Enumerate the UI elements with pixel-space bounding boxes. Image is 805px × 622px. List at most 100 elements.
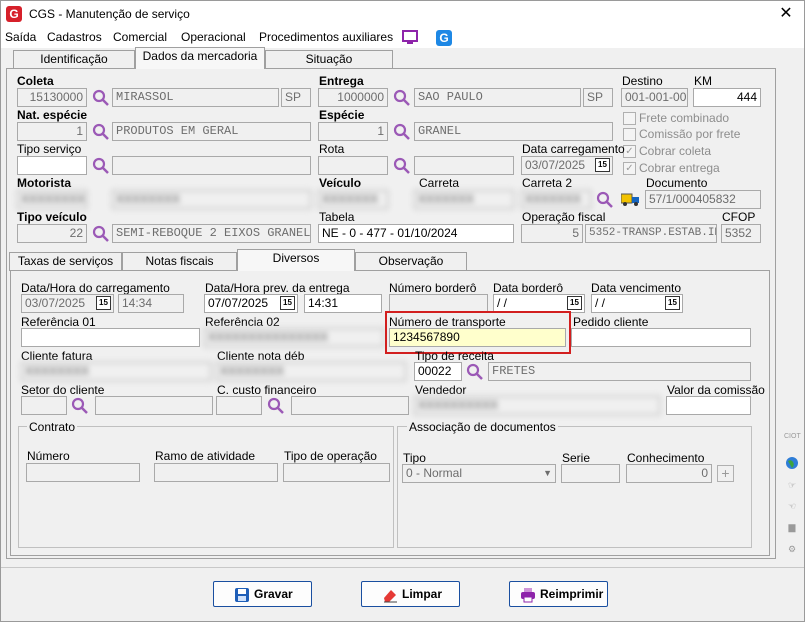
reimprimir-button[interactable]: Reimprimir [509,581,608,607]
cobrar-entrega-label: Cobrar entrega [639,161,720,175]
cliente-fatura-field[interactable]: XXXXXXXX [21,362,211,381]
tipo-servico-label: Tipo serviço [17,142,82,156]
data-bordero-calendar-icon[interactable]: 15 [567,296,582,310]
assoc-serie-field[interactable] [561,464,620,483]
operacao-fiscal-desc-field: 5352-TRANSP.ESTAB.INDUSTRIAL [585,224,717,243]
entrega-search-icon[interactable] [393,89,410,106]
rota-code-field[interactable] [318,156,388,175]
carreta2-search-icon[interactable] [596,191,613,208]
destino-label: Destino [622,74,663,88]
referencia01-label: Referência 01 [21,315,96,329]
dh-prev-entrega-time-field[interactable]: 14:31 [304,294,382,313]
contrato-numero-field[interactable] [26,463,140,482]
setor-cliente-search-icon[interactable] [71,397,88,414]
cliente-fatura-label: Cliente fatura [21,349,93,363]
rota-search-icon[interactable] [393,157,410,174]
globe-icon[interactable] [784,456,800,470]
carreta2-field[interactable]: XXXXXXX [521,190,591,209]
tabela-field[interactable]: NE - 0 - 477 - 01/10/2024 [318,224,514,243]
operacao-fiscal-code-field[interactable]: 5 [521,224,583,243]
reimprimir-label: Reimprimir [540,587,604,601]
divider [1,567,804,568]
ciot-icon[interactable]: CIOT [784,433,801,447]
carreta2-label: Carreta 2 [522,176,573,190]
tipo-veiculo-desc-field: SEMI-REBOQUE 2 EIXOS GRANELEIRO [112,224,311,243]
nat-especie-code-field[interactable]: 1 [17,122,87,141]
frete-combinado-checkbox[interactable] [623,112,636,125]
valor-comissao-field[interactable] [666,396,751,415]
valor-comissao-label: Valor da comissão [667,383,765,397]
tipo-veiculo-label: Tipo veículo [17,210,87,224]
especie-desc-field: GRANEL [414,122,613,141]
tipo-veiculo-code-field[interactable]: 22 [17,224,87,243]
dh-prev-entrega-calendar-icon[interactable]: 15 [280,296,295,310]
menu-comercial[interactable]: Comercial [113,30,167,44]
printer-icon [521,588,535,603]
limpar-button[interactable]: Limpar [361,581,460,607]
tipo-servico-desc-field [112,156,311,175]
tipo-servico-search-icon[interactable] [92,157,109,174]
menu-saida[interactable]: Saída [5,30,36,44]
km-field[interactable]: 444 [693,88,761,107]
entrega-code-field[interactable]: 1000000 [318,88,388,107]
c-custo-code-field[interactable] [216,396,262,415]
coleta-code-field[interactable]: 15130000 [17,88,87,107]
referencia01-field[interactable] [21,328,200,347]
data-carregamento-calendar-icon[interactable]: 15 [595,158,610,172]
truck-icon[interactable] [621,191,641,207]
truck-side-icon[interactable]: ▆ [784,522,800,536]
tab-diversos[interactable]: Diversos [237,249,355,271]
especie-code-field[interactable]: 1 [318,122,388,141]
add-icon[interactable]: + [717,465,734,482]
cliente-nota-deb-field[interactable]: XXXXXXXX [216,362,406,381]
tab-notas-fiscais[interactable]: Notas fiscais [122,252,237,271]
rota-label: Rota [319,142,345,156]
hand-pointer-icon[interactable]: ☞ [784,480,800,494]
ramo-atividade-label: Ramo de atividade [155,449,256,463]
dh-carregamento-time-field[interactable]: 14:34 [118,294,184,313]
tipo-receita-label: Tipo de receita [415,349,494,363]
ramo-atividade-field[interactable] [154,463,278,482]
monitor-icon[interactable] [402,30,418,45]
tab-situacao[interactable]: Situação [265,50,393,69]
app-shortcut-icon[interactable]: G [436,30,452,46]
c-custo-search-icon[interactable] [267,397,284,414]
coleta-search-icon[interactable] [92,89,109,106]
veiculo-field[interactable]: XXXXXXX [318,190,388,209]
tab-taxas-servicos[interactable]: Taxas de serviços [9,252,122,271]
menu-operacional[interactable]: Operacional [181,30,246,44]
tipo-receita-search-icon[interactable] [466,363,483,380]
associacao-group [397,426,752,548]
frete-combinado-label: Frete combinado [639,111,730,125]
vendedor-field[interactable]: XXXXXXXXXX [414,396,660,415]
referencia02-label: Referência 02 [205,315,280,329]
especie-search-icon[interactable] [393,123,410,140]
tab-observacao[interactable]: Observação [355,252,467,271]
tipo-receita-code-field[interactable]: 00022 [414,362,462,381]
tipo-servico-code-field[interactable] [17,156,87,175]
menu-cadastros[interactable]: Cadastros [47,30,102,44]
close-button[interactable]: ✕ [771,4,801,24]
nat-especie-search-icon[interactable] [92,123,109,140]
carreta-field[interactable]: XXXXXXX [414,190,514,209]
settings-icon[interactable]: ⚙ [784,544,800,558]
tab-dados-mercadoria[interactable]: Dados da mercadoria [135,47,265,69]
data-vencimento-calendar-icon[interactable]: 15 [665,296,680,310]
pedido-cliente-field[interactable] [571,328,751,347]
dh-carregamento-calendar-icon[interactable]: 15 [96,296,111,310]
comissao-frete-checkbox[interactable] [623,128,636,141]
tipo-operacao-field[interactable] [283,463,390,482]
gravar-button[interactable]: Gravar [213,581,312,607]
cobrar-entrega-checkbox[interactable]: ✓ [623,162,636,175]
referencia02-field[interactable]: XXXXXXXXXXXXXXX [204,328,384,347]
setor-cliente-code-field[interactable] [21,396,67,415]
menu-procedimentos[interactable]: Procedimentos auxiliares [259,30,393,44]
comissao-frete-label: Comissão por frete [639,127,741,141]
hand-point-icon[interactable]: ☜ [784,501,800,515]
motorista-label: Motorista [17,176,71,190]
assoc-tipo-select[interactable]: 0 - Normal ▼ [402,464,556,483]
assoc-conhecimento-field[interactable]: 0 [626,464,712,483]
tipo-veiculo-search-icon[interactable] [92,225,109,242]
motorista-code-field[interactable]: XXXXXXXX [17,190,87,209]
tab-identificacao[interactable]: Identificação [13,50,135,69]
